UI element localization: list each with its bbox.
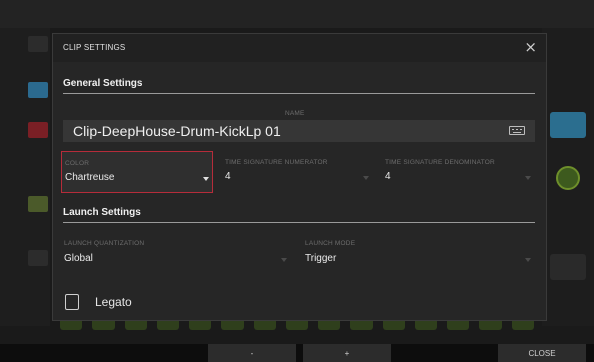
background-pad [28,122,48,138]
background-pad [28,82,48,98]
background-pad [28,196,48,212]
launch-quantization-value: Global [64,253,93,264]
chevron-down-icon [525,258,531,262]
launch-quantization-dropdown[interactable]: LAUNCH QUANTIZATION Global [61,232,291,274]
footer-bar: - + CLOSE [0,344,594,362]
name-label: NAME [285,110,305,117]
chevron-down-icon [363,176,369,180]
background-top-strip [0,0,594,28]
color-label: COLOR [65,160,90,167]
background-pad [28,250,48,266]
section-divider [63,222,535,223]
color-dropdown[interactable]: COLOR Chartreuse [61,151,213,193]
general-settings-heading: General Settings [63,78,143,89]
time-signature-numerator-label: TIME SIGNATURE NUMERATOR [225,159,328,166]
section-divider [63,93,535,94]
time-signature-denominator-dropdown[interactable]: TIME SIGNATURE DENOMINATOR 4 [383,151,535,193]
legato-label: Legato [95,295,132,309]
background-circle [556,166,580,190]
dialog-title: CLIP SETTINGS [63,43,126,52]
legato-checkbox[interactable] [65,294,79,310]
close-button[interactable]: CLOSE [498,344,586,362]
time-signature-denominator-label: TIME SIGNATURE DENOMINATOR [385,159,495,166]
color-value: Chartreuse [65,172,115,183]
time-signature-numerator-value: 4 [225,171,231,182]
chevron-down-icon [203,177,209,181]
launch-settings-heading: Launch Settings [63,207,141,218]
close-icon[interactable]: × [524,39,537,55]
background-right-panel [542,28,594,326]
launch-mode-dropdown[interactable]: LAUNCH MODE Trigger [303,232,535,274]
chevron-down-icon [525,176,531,180]
launch-mode-label: LAUNCH MODE [305,240,356,247]
name-value: Clip-DeepHouse-Drum-KickLp 01 [73,123,281,139]
launch-mode-value: Trigger [305,253,337,264]
name-field[interactable]: Clip-DeepHouse-Drum-KickLp 01 [63,120,535,142]
launch-quantization-label: LAUNCH QUANTIZATION [64,240,145,247]
keyboard-icon[interactable] [509,126,525,135]
background-left-panel [0,28,50,326]
background-block [550,254,586,280]
background-block [550,112,586,138]
time-signature-denominator-value: 4 [385,171,391,182]
clip-settings-dialog: CLIP SETTINGS × General Settings NAME Cl… [52,33,547,321]
background-pad [28,36,48,52]
dialog-header: CLIP SETTINGS × [53,34,546,62]
chevron-down-icon [281,258,287,262]
time-signature-numerator-dropdown[interactable]: TIME SIGNATURE NUMERATOR 4 [223,151,373,193]
plus-button[interactable]: + [303,344,391,362]
minus-button[interactable]: - [208,344,296,362]
